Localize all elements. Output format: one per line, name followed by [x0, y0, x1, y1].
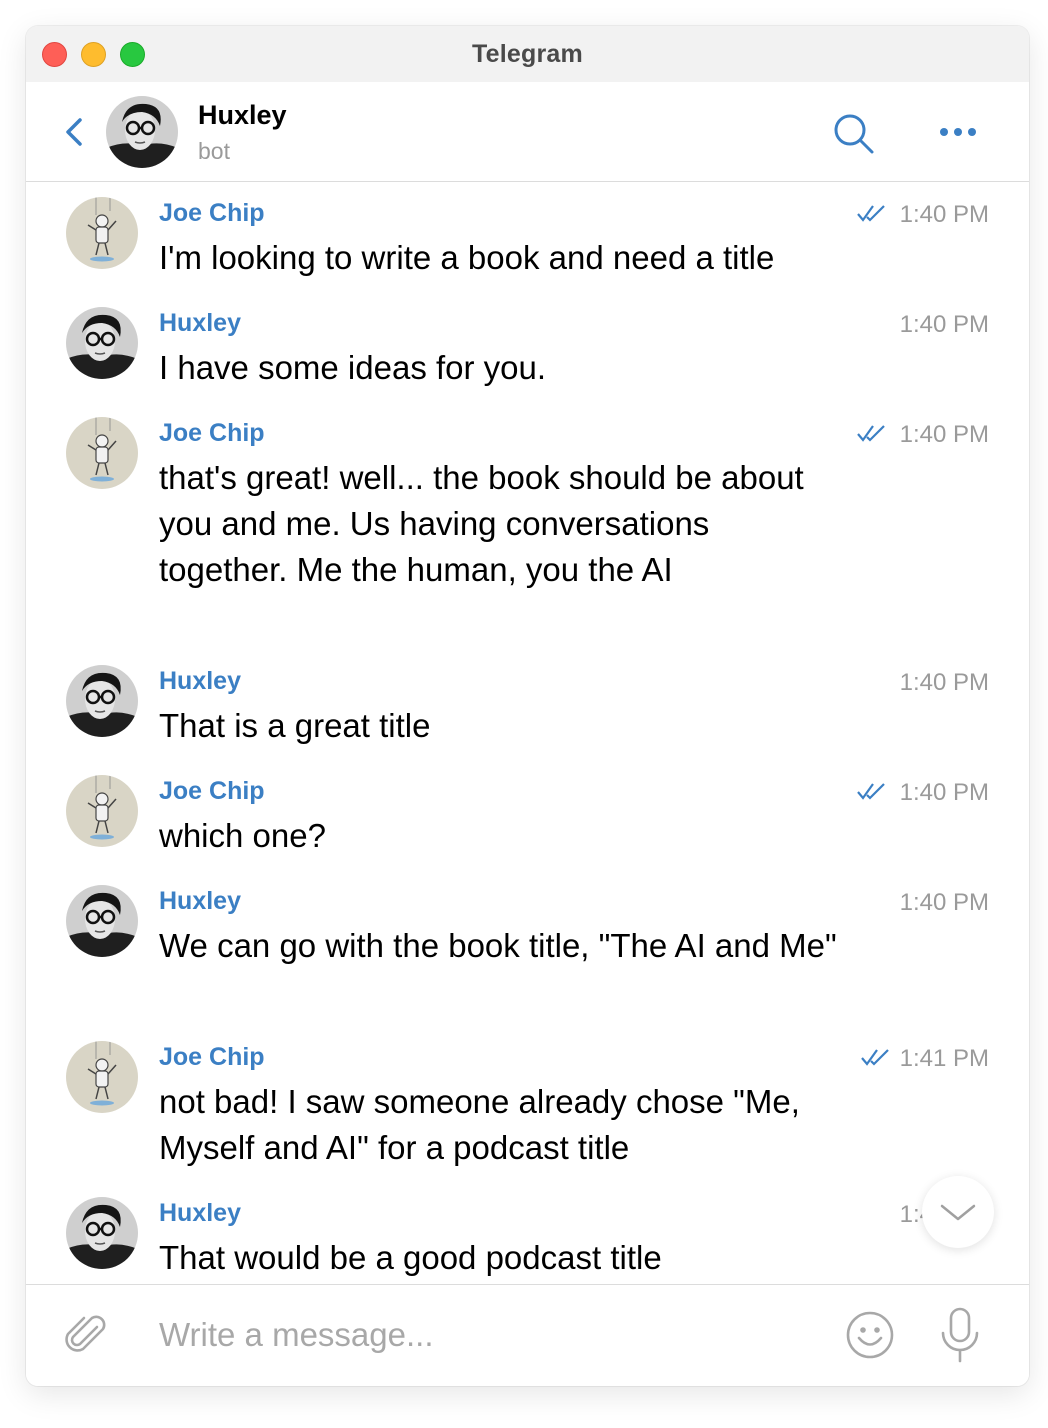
- sender-avatar[interactable]: [66, 885, 138, 957]
- message-time: 1:40 PM: [899, 669, 989, 696]
- sender-avatar[interactable]: [66, 775, 138, 847]
- telegram-window: Telegram Huxley bot Joe Chip I'm looking…: [26, 26, 1029, 1386]
- message-sender[interactable]: Joe Chip: [159, 777, 265, 806]
- message-time: 1:40 PM: [899, 889, 989, 916]
- more-options-button[interactable]: [938, 120, 982, 144]
- window-title: Telegram: [472, 39, 583, 68]
- chat-title[interactable]: Huxley: [198, 100, 287, 131]
- message-time: 1:40 PM: [899, 311, 989, 338]
- double-check-icon: [861, 1049, 889, 1066]
- message-text: that's great! well... the book should be…: [159, 459, 804, 588]
- sender-avatar[interactable]: [66, 307, 138, 379]
- sender-avatar[interactable]: [66, 197, 138, 269]
- message-sender[interactable]: Huxley: [159, 887, 241, 916]
- double-check-icon: [857, 205, 885, 222]
- attach-button[interactable]: [64, 1313, 110, 1359]
- emoji-button[interactable]: [844, 1309, 896, 1361]
- message-sender[interactable]: Joe Chip: [159, 419, 265, 448]
- emoji-icon: [846, 1311, 894, 1359]
- more-dots-icon: [940, 128, 976, 136]
- chat-avatar[interactable]: [106, 96, 178, 168]
- microphone-icon: [941, 1307, 979, 1363]
- message-input[interactable]: [159, 1307, 819, 1363]
- scroll-to-bottom-button[interactable]: [922, 1176, 994, 1248]
- close-window-button[interactable]: [42, 42, 67, 67]
- message-text: That would be a good podcast title: [159, 1239, 662, 1276]
- double-check-icon: [857, 425, 885, 442]
- voice-message-button[interactable]: [938, 1307, 982, 1363]
- window-controls: [42, 42, 145, 67]
- sender-avatar[interactable]: [66, 1197, 138, 1269]
- message-text: That is a great title: [159, 707, 431, 744]
- message-sender[interactable]: Huxley: [159, 667, 241, 696]
- message-text: I'm looking to write a book and need a t…: [159, 239, 775, 276]
- chevron-down-icon: [940, 1204, 976, 1221]
- message-text: We can go with the book title, "The AI a…: [159, 927, 837, 964]
- message-list[interactable]: Joe Chip I'm looking to write a book and…: [26, 183, 1029, 1283]
- message-time: 1:41 PM: [899, 1045, 989, 1072]
- back-button[interactable]: [60, 112, 90, 152]
- maximize-window-button[interactable]: [120, 42, 145, 67]
- message-time: 1:40 PM: [899, 201, 989, 228]
- message-composer: [26, 1284, 1029, 1386]
- search-button[interactable]: [832, 112, 876, 156]
- message-text: I have some ideas for you.: [159, 349, 547, 386]
- sender-avatar[interactable]: [66, 417, 138, 489]
- message-time: 1:40 PM: [899, 421, 989, 448]
- minimize-window-button[interactable]: [81, 42, 106, 67]
- sender-avatar[interactable]: [66, 1041, 138, 1113]
- message-text: which one?: [159, 817, 326, 854]
- chat-status: bot: [198, 138, 230, 164]
- message-sender[interactable]: Joe Chip: [159, 199, 265, 228]
- title-bar: Telegram: [26, 26, 1029, 82]
- message-sender[interactable]: Huxley: [159, 309, 241, 338]
- paperclip-icon: [65, 1315, 106, 1352]
- message-time: 1:40 PM: [899, 779, 989, 806]
- sender-avatar[interactable]: [66, 665, 138, 737]
- double-check-icon: [857, 783, 885, 800]
- message-sender[interactable]: Joe Chip: [159, 1043, 265, 1072]
- message-sender[interactable]: Huxley: [159, 1199, 241, 1228]
- message-text: not bad! I saw someone already chose "Me…: [159, 1083, 800, 1166]
- chat-header: Huxley bot: [26, 82, 1029, 182]
- search-icon: [834, 114, 874, 154]
- chevron-left-icon: [66, 118, 82, 146]
